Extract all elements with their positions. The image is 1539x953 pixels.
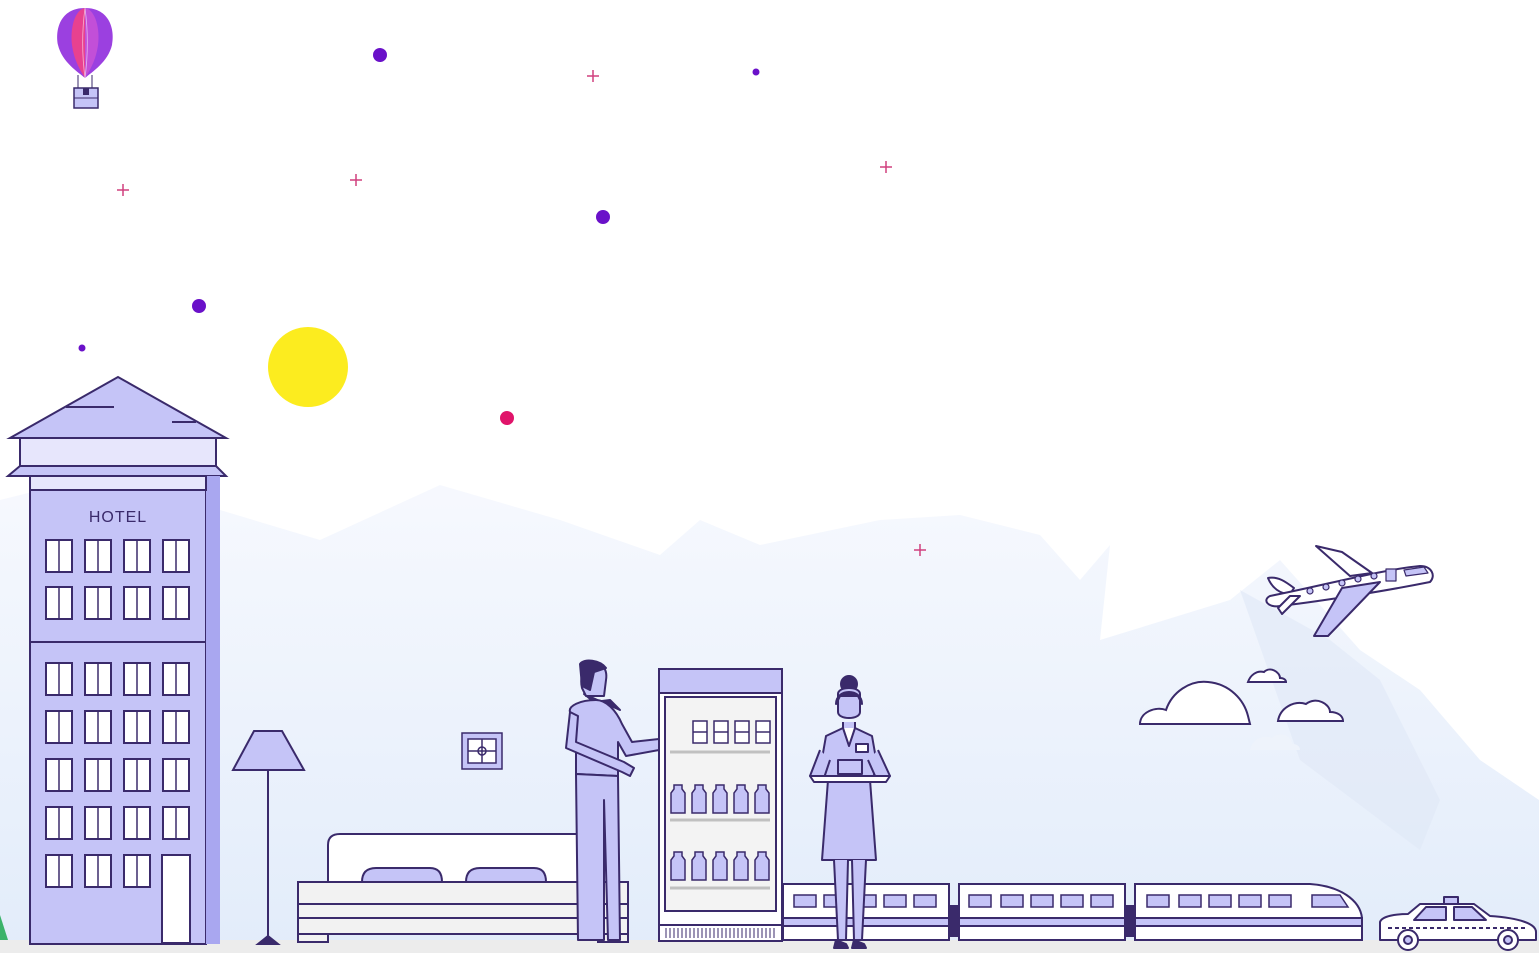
dot (752, 68, 760, 76)
hot-air-balloon-icon (57, 7, 113, 109)
dot (192, 299, 206, 313)
dot (500, 411, 514, 425)
sparkle (350, 174, 362, 186)
sparkle (587, 70, 599, 82)
hotel-sign: HOTEL (89, 509, 147, 526)
travel-scene: HOTEL (0, 7, 1539, 953)
sun-icon (268, 327, 348, 407)
wall-switch-icon (461, 732, 503, 770)
vending-fridge (658, 668, 783, 942)
dot (78, 344, 86, 352)
dot (596, 210, 610, 224)
sparkle (880, 161, 892, 173)
sparkle (117, 184, 129, 196)
dot (373, 48, 387, 62)
hotel-building (5, 375, 230, 945)
train-icon (782, 883, 1363, 941)
